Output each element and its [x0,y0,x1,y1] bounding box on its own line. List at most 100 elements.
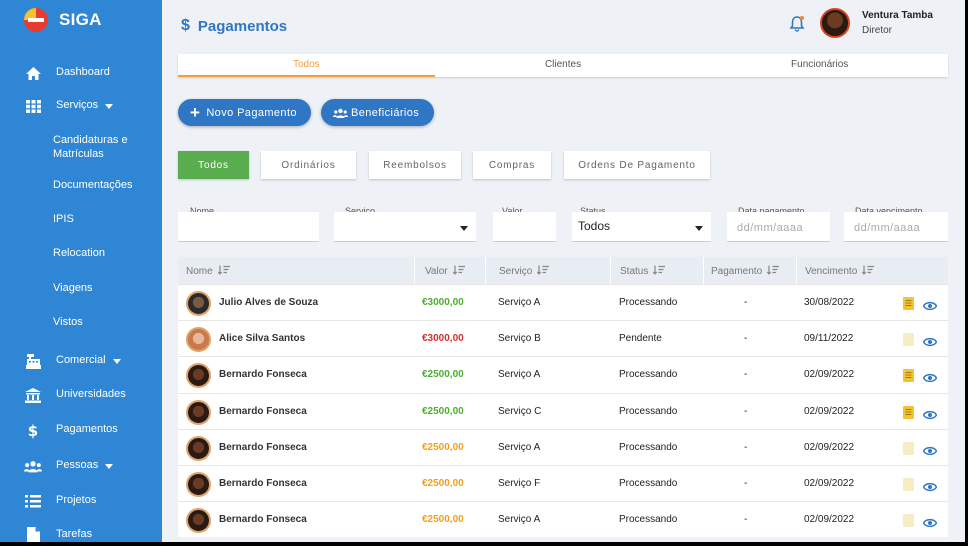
column-header[interactable]: Valor [425,265,465,278]
sidebar-item-label: Candidaturas e Matrículas [53,134,128,160]
eye-icon[interactable] [922,334,938,347]
user-name: Ventura Tamba [862,10,933,21]
column-header[interactable]: Vencimento [805,265,875,278]
column-divider [703,257,704,284]
payments-table: Nome Valor Serviço Status Pagamento Venciment… [178,257,948,538]
sort-icon[interactable] [532,265,550,278]
sidebar-item-universidades[interactable]: Universidades [0,387,162,403]
document-icon[interactable] [903,514,914,528]
sidebar-item-label: Tarefas [56,528,93,540]
sidebar-item-servicos[interactable]: Serviços [0,98,162,114]
sidebar-item-dashboard[interactable]: Dashboard [0,65,162,81]
sidebar-item-relocation[interactable]: Relocation [0,245,162,261]
column-header-label: Serviço [499,266,533,277]
table-row[interactable]: Julio Alves de Souza €3000,00 Serviço A Pro… [178,284,948,321]
plus-icon: + [190,103,201,122]
column-header-label: Pagamento [711,266,763,277]
sidebar-item-label: Viagens [53,282,93,294]
eye-icon[interactable] [922,370,938,383]
status: Processando [619,441,678,453]
dollar-icon: $ [181,17,190,34]
sidebar-item-label: Serviços [56,99,99,111]
nome-filter-input[interactable] [178,212,319,242]
filter-tab-ordens[interactable]: Ordens De Pagamento [564,151,710,179]
column-header-label: Vencimento [805,266,858,277]
sidebar-item-label: Pagamentos [56,423,118,435]
sidebar-item-documentacoes[interactable]: Documentações [0,177,162,193]
table-row[interactable]: Alice Silva Santos €3000,00 Serviço B Pende… [178,320,948,357]
column-header[interactable]: Serviço [499,265,550,278]
document-icon[interactable] [903,333,914,347]
sort-icon[interactable] [448,265,465,278]
sidebar-item-label: Projetos [56,494,97,506]
column-header[interactable]: Status [620,265,666,278]
column-header[interactable]: Nome [186,265,230,278]
status: Pendente [619,333,662,345]
eye-icon[interactable] [922,443,938,455]
avatar [186,508,211,534]
sidebar-item-vistos[interactable]: Vistos [0,314,162,330]
document-icon[interactable] [903,441,914,455]
table-row[interactable]: Bernardo Fonseca €2500,00 Serviço C Process… [178,392,948,429]
avatar [186,471,211,497]
brand[interactable]: SIGA [23,7,102,33]
filter-tab-reembolsos[interactable]: Reembolsos [369,151,461,179]
amount: €3000,00 [422,297,464,308]
filter-tab-todos[interactable]: Todos [178,151,249,179]
notification-bell-icon[interactable] [788,15,806,33]
tab-clientes[interactable]: Clientes [435,54,692,77]
sidebar-item-projetos[interactable]: Projetos [0,493,162,509]
sidebar-item-ipis[interactable]: IPIS [0,211,162,227]
sidebar-item-viagens[interactable]: Viagens [0,280,162,296]
valor-filter-input[interactable] [493,212,556,242]
document-icon[interactable] [903,405,914,419]
column-header[interactable]: Pagamento [711,265,780,278]
table-header: Nome Valor Serviço Status Pagamento Venciment… [178,257,948,284]
document-icon[interactable] [903,477,914,491]
eye-icon[interactable] [922,479,938,492]
document-icon[interactable] [903,369,914,383]
amount: €2500,00 [422,441,464,453]
eye-icon[interactable] [922,407,938,419]
eye-icon[interactable] [922,298,938,311]
data-vencimento-input[interactable]: dd/mm/aaaa [844,212,948,242]
chevron-down-icon [105,104,113,109]
tab-funcionarios[interactable]: Funcionários [691,54,948,77]
document-icon[interactable] [903,297,914,310]
beneficiaries-button[interactable]: Beneficiários [321,99,434,126]
sort-icon[interactable] [213,265,230,278]
payer-name: Julio Alves de Souza [219,297,319,308]
top-tabs: Todos Clientes Funcionários [178,54,948,77]
data-pagamento-input[interactable]: dd/mm/aaaa [727,212,830,242]
new-payment-button[interactable]: + Novo Pagamento [178,99,311,126]
table-row[interactable]: Bernardo Fonseca €2500,00 Serviço A Process… [178,356,948,393]
column-header-label: Status [620,266,649,277]
status-filter-select[interactable]: Todos [572,212,711,242]
table-row[interactable]: Bernardo Fonseca €2500,00 Serviço F Process… [178,464,948,502]
sidebar-item-pagamentos[interactable]: $ Pagamentos [0,422,162,439]
amount: €3000,00 [422,333,464,345]
avatar [186,363,211,389]
sort-icon[interactable] [648,265,666,278]
sidebar-item-candidaturas-e-matriculas[interactable]: Candidaturas e Matrículas [0,133,162,161]
service: Serviço B [498,333,541,345]
home-icon [24,64,42,82]
table-row[interactable]: Bernardo Fonseca €2500,00 Serviço A Process… [178,428,948,465]
sidebar-item-comercial[interactable]: Comercial [0,353,162,369]
sort-icon[interactable] [762,265,780,278]
user-avatar[interactable] [820,8,850,38]
amount: €2500,00 [422,514,464,526]
users-icon [333,108,348,118]
due-date: 02/09/2022 [804,441,855,453]
filter-tab-ordinarios[interactable]: Ordinários [261,151,356,179]
sort-icon[interactable] [857,265,875,278]
filter-tab-compras[interactable]: Compras [473,151,551,179]
table-row[interactable]: Bernardo Fonseca €2500,00 Serviço A Process… [178,501,948,538]
sidebar-item-tarefas[interactable]: Tarefas [0,527,162,542]
servico-filter-select[interactable] [334,212,476,242]
sidebar-item-pessoas[interactable]: Pessoas [0,458,162,474]
tab-todos[interactable]: Todos [178,54,435,77]
brand-name: SIGA [59,10,102,29]
eye-icon[interactable] [922,515,938,528]
beneficiaries-label: Beneficiários [351,106,420,119]
